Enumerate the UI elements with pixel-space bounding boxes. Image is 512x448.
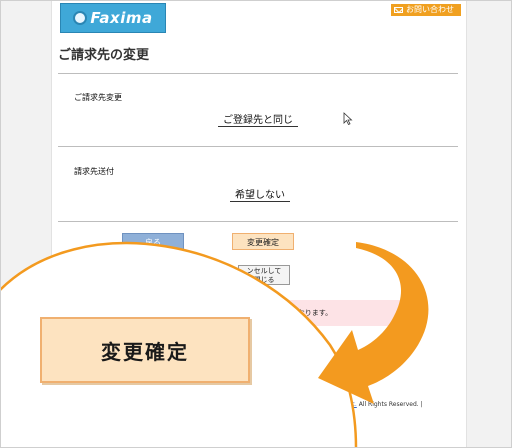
contact-label: お問い合わせ — [406, 5, 454, 14]
back-button[interactable]: 戻る — [122, 233, 184, 250]
billing-change-value: ご登録先と同じ — [218, 111, 298, 127]
logo-text: Faxima — [90, 9, 153, 27]
billing-send-value: 希望しない — [230, 186, 290, 202]
divider — [58, 221, 458, 222]
billing-send-label: 請求先送付 — [74, 167, 114, 176]
divider — [58, 73, 458, 74]
divider — [58, 146, 458, 147]
notice-banner: となります。 — [239, 300, 425, 326]
cancel-close-button[interactable]: ンセルして 閉じる — [238, 265, 290, 285]
faxima-logo-icon — [73, 11, 88, 25]
contact-button[interactable]: お問い合わせ — [391, 4, 461, 16]
copyright: Inc. All Rights Reserved. | — [346, 401, 423, 408]
confirm-change-zoomed: 変更確定 — [40, 317, 250, 383]
mail-icon — [394, 7, 403, 13]
cursor-icon — [343, 112, 353, 126]
page-title: ご請求先の変更 — [58, 48, 150, 63]
confirm-change-button[interactable]: 変更確定 — [232, 233, 294, 250]
faxima-logo[interactable]: Faxima — [60, 3, 166, 33]
copyright-text: All Rights Reserved. | — [356, 401, 423, 408]
company-link[interactable]: Inc. — [346, 401, 357, 408]
billing-change-label: ご請求先変更 — [74, 93, 122, 102]
